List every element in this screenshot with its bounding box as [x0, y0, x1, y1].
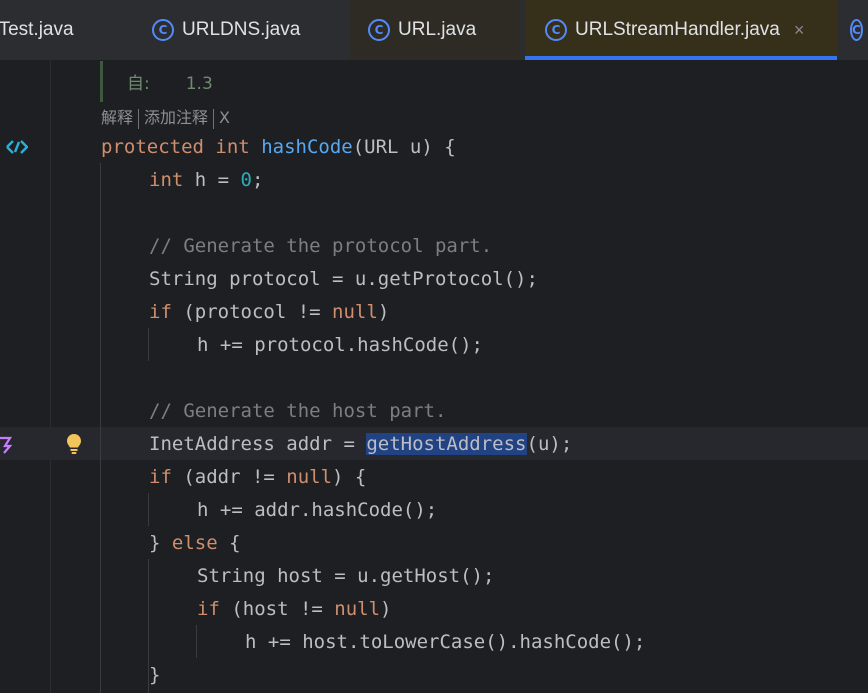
java-class-icon: C — [545, 19, 567, 41]
indent-guide — [196, 625, 197, 658]
code-editor[interactable]: 自: 1.3 解释 添加注释 X protected int hashCode(URL… — [0, 61, 868, 693]
code-content[interactable]: protected int hashCode(URL u) { int h = … — [0, 61, 868, 686]
close-icon[interactable]: × — [794, 20, 805, 41]
code-line: h += addr.hashCode(); — [197, 499, 438, 521]
code-line: if (addr != null) { — [149, 466, 367, 488]
tab-overflow[interactable]: C — [850, 0, 868, 60]
code-line: String protocol = u.getProtocol(); — [149, 268, 538, 290]
code-comment: // Generate the host part. — [149, 400, 447, 422]
code-line: int h = 0; — [149, 169, 264, 191]
tab-url[interactable]: C URL.java — [350, 0, 520, 60]
code-comment: // Generate the protocol part. — [149, 235, 493, 257]
code-line: } else { — [149, 532, 241, 554]
code-line: protected int hashCode(URL u) { — [101, 136, 456, 158]
lightbulb-icon[interactable] — [66, 433, 82, 455]
java-class-icon: C — [850, 19, 863, 41]
tab-5test[interactable]: 5Test.java — [0, 0, 130, 60]
tab-label: URL.java — [398, 19, 477, 40]
code-line: h += host.toLowerCase().hashCode(); — [245, 631, 646, 653]
editor-tab-bar: 5Test.java C URLDNS.java C URL.java C UR… — [0, 0, 868, 61]
code-line: if (host != null) — [197, 598, 392, 620]
code-line: String host = u.getHost(); — [197, 565, 495, 587]
code-line-current: InetAddress addr = getHostAddress(u); — [149, 433, 573, 455]
implementing-icon[interactable] — [0, 434, 14, 454]
code-line: } — [149, 664, 161, 686]
tab-urlstreamhandler[interactable]: C URLStreamHandler.java × — [525, 0, 837, 60]
code-line: if (protocol != null) — [149, 301, 390, 323]
tab-urldns[interactable]: C URLDNS.java — [152, 0, 342, 60]
java-class-icon: C — [368, 19, 390, 41]
indent-guide — [148, 493, 149, 526]
tab-label: URLStreamHandler.java — [575, 19, 780, 40]
java-class-icon: C — [152, 19, 174, 41]
active-tab-indicator — [525, 56, 837, 60]
selected-text: getHostAddress — [366, 433, 527, 455]
tab-label: URLDNS.java — [182, 19, 301, 40]
tab-label: 5Test.java — [0, 19, 74, 40]
code-line: h += protocol.hashCode(); — [197, 334, 483, 356]
